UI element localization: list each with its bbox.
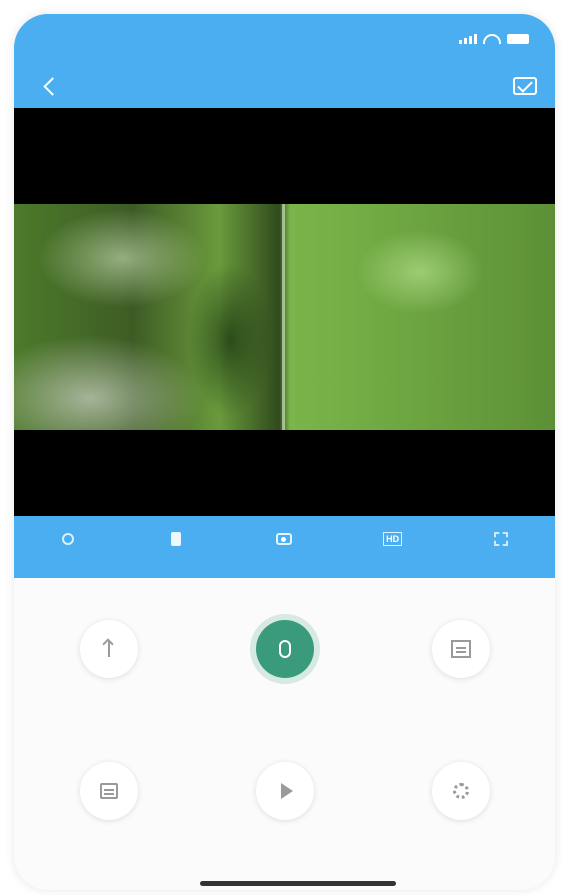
arrow-up-icon [108, 641, 110, 657]
speaker-icon [62, 533, 75, 545]
signal-icon [459, 34, 477, 44]
status-icons [459, 34, 529, 44]
snapshot-icon [276, 533, 293, 545]
snapshot-button[interactable] [236, 516, 332, 578]
phone-frame: HD [14, 14, 555, 890]
wifi-icon [483, 34, 501, 44]
schedule-button[interactable] [24, 762, 194, 842]
nav-bar [14, 64, 555, 108]
hold-to-talk-button[interactable] [200, 620, 370, 700]
fullscreen-button[interactable] [453, 516, 549, 578]
chevron-left-icon [42, 76, 62, 96]
settings-button[interactable] [376, 762, 546, 842]
speaker-button[interactable] [20, 516, 116, 578]
microphone-icon [279, 640, 291, 658]
hd-icon: HD [383, 532, 403, 546]
player-controls: HD [14, 516, 555, 578]
record-icon [171, 532, 182, 546]
app-header [14, 14, 555, 108]
message-icon[interactable] [513, 77, 537, 95]
play-icon [280, 783, 293, 799]
gear-icon [453, 783, 469, 799]
document-icon [451, 640, 471, 658]
record-button[interactable] [128, 516, 224, 578]
video-player[interactable] [14, 108, 555, 516]
status-bar [14, 14, 555, 58]
home-indicator[interactable] [200, 881, 396, 886]
back-button[interactable] [38, 74, 62, 98]
quality-button[interactable]: HD [345, 516, 441, 578]
battery-icon [507, 34, 529, 44]
fullscreen-icon [493, 532, 508, 546]
playback-button[interactable] [376, 620, 546, 700]
feature-grid [14, 578, 555, 890]
remote-button[interactable] [24, 620, 194, 700]
calendar-icon [100, 783, 118, 799]
video-button[interactable] [200, 762, 370, 842]
video-divider [282, 204, 285, 430]
